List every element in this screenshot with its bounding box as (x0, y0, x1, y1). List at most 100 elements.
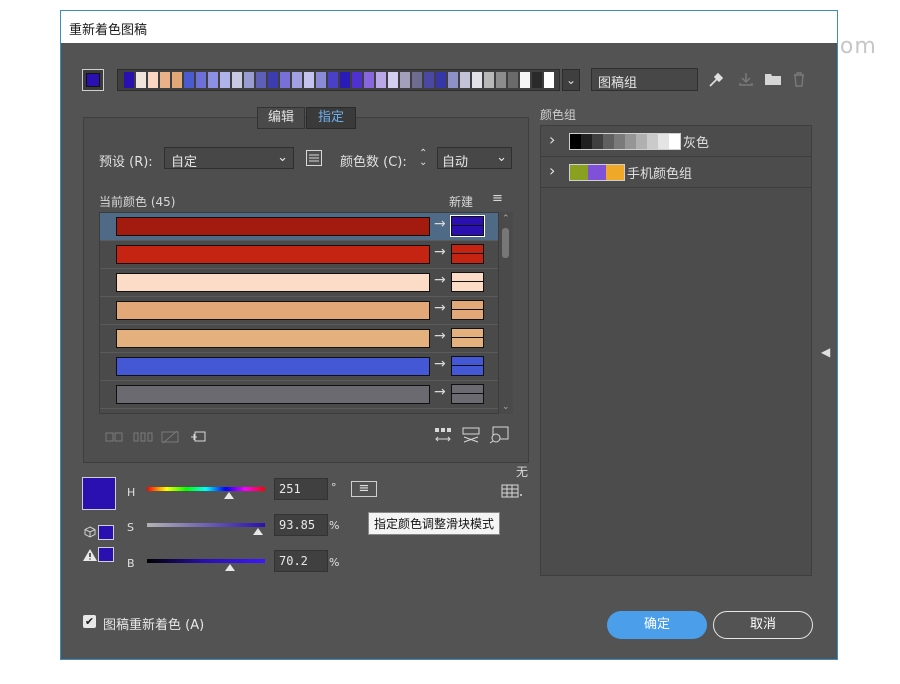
exclude-colors-icon[interactable] (161, 430, 179, 448)
colorcount-dropdown[interactable]: 自动 ⌄ (437, 147, 512, 170)
arrow-right-icon[interactable]: → (434, 300, 446, 316)
strip-color-chip[interactable] (220, 72, 230, 88)
color-group-row[interactable]: › 灰色 (541, 126, 811, 157)
strip-color-chip[interactable] (208, 72, 218, 88)
strip-color-chip[interactable] (232, 72, 242, 88)
hue-slider-thumb[interactable] (224, 492, 235, 499)
current-color-bar[interactable] (116, 357, 430, 376)
color-group-row[interactable]: › 手机颜色组 (541, 157, 811, 188)
find-colors-icon[interactable] (489, 426, 509, 448)
collapse-panel-icon[interactable]: ◀ (821, 345, 830, 359)
strip-color-chip[interactable] (256, 72, 266, 88)
merge-colors-icon[interactable] (105, 431, 123, 447)
new-color-swatch[interactable] (451, 384, 484, 404)
separate-colors-icon[interactable] (133, 431, 153, 447)
strip-color-chip[interactable] (508, 72, 518, 88)
folder-icon[interactable] (764, 71, 782, 91)
strip-color-chip[interactable] (376, 72, 386, 88)
new-color-swatch[interactable] (451, 300, 484, 320)
new-color-swatch[interactable] (450, 215, 485, 237)
color-mode-table-icon[interactable] (501, 484, 523, 502)
color-row[interactable]: → (100, 241, 498, 269)
strip-color-chip[interactable] (172, 72, 182, 88)
saturation-slider-track[interactable] (147, 523, 265, 527)
gamut-swatch[interactable] (98, 547, 114, 562)
randomize-saturation-icon[interactable] (461, 427, 481, 449)
strip-color-chip[interactable] (364, 72, 374, 88)
arrow-right-icon[interactable]: → (434, 356, 446, 372)
hue-input[interactable]: 251 (274, 478, 328, 500)
preset-dropdown[interactable]: 自定 ⌄ (164, 147, 294, 170)
chevron-right-icon[interactable]: › (549, 161, 555, 180)
color-row[interactable]: → (100, 381, 498, 409)
new-row-icon[interactable] (189, 429, 207, 449)
color-row[interactable]: → (100, 269, 498, 297)
new-color-swatch[interactable] (451, 244, 484, 264)
current-color-large-swatch[interactable] (82, 477, 116, 510)
strip-color-chip[interactable] (268, 72, 278, 88)
strip-color-chip[interactable] (484, 72, 494, 88)
color-row[interactable]: → (100, 213, 498, 241)
new-color-swatch[interactable] (451, 356, 484, 376)
strip-color-chip[interactable] (448, 72, 458, 88)
trash-icon[interactable] (792, 71, 806, 91)
current-color-bar[interactable] (116, 273, 430, 292)
scrollbar-thumb[interactable] (502, 228, 509, 258)
strip-color-chip[interactable] (304, 72, 314, 88)
strip-color-chip[interactable] (460, 72, 470, 88)
cancel-button[interactable]: 取消 (713, 611, 813, 639)
group-name-field[interactable]: 图稿组 (591, 68, 698, 91)
arrow-right-icon[interactable]: → (434, 272, 446, 288)
strip-color-chip[interactable] (544, 72, 554, 88)
colorcount-stepper-icon[interactable]: ⌃ ⌄ (419, 149, 427, 168)
randomize-order-icon[interactable] (433, 427, 453, 449)
strip-color-chip[interactable] (148, 72, 158, 88)
new-color-swatch[interactable] (451, 272, 484, 292)
strip-color-chip[interactable] (124, 72, 134, 88)
recolor-artwork-checkbox[interactable]: ✔ (83, 615, 96, 628)
arrow-right-icon[interactable]: → (434, 216, 446, 232)
hue-slider-track[interactable] (147, 487, 265, 491)
current-color-bar[interactable] (116, 217, 430, 236)
strip-color-chip[interactable] (436, 72, 446, 88)
current-color-bar[interactable] (116, 385, 430, 404)
current-color-bar[interactable] (116, 301, 430, 320)
arrow-right-icon[interactable]: → (434, 328, 446, 344)
color-row[interactable]: → (100, 325, 498, 353)
scroll-up-icon[interactable]: ⌃ (502, 214, 510, 224)
arrow-right-icon[interactable]: → (434, 384, 446, 400)
color-row[interactable]: → (100, 353, 498, 381)
strip-color-chip[interactable] (424, 72, 434, 88)
brightness-slider-thumb[interactable] (224, 564, 235, 571)
tab-assign[interactable]: 指定 (306, 107, 356, 129)
strip-color-chip[interactable] (196, 72, 206, 88)
out-of-web-color-cube-icon[interactable] (84, 526, 96, 541)
list-menu-icon[interactable]: ≡ (492, 191, 503, 206)
new-color-swatch[interactable] (451, 328, 484, 348)
strip-color-chip[interactable] (292, 72, 302, 88)
strip-color-chip[interactable] (352, 72, 362, 88)
save-group-icon[interactable] (738, 71, 754, 90)
strip-color-chip[interactable] (340, 72, 350, 88)
strip-color-chip[interactable] (280, 72, 290, 88)
current-color-bar[interactable] (116, 245, 430, 264)
strip-color-chip[interactable] (316, 72, 326, 88)
color-reduction-options-icon[interactable] (305, 149, 323, 167)
strip-color-chip[interactable] (244, 72, 254, 88)
strip-color-chip[interactable] (400, 72, 410, 88)
strip-dropdown-button[interactable]: ⌄ (562, 69, 580, 91)
strip-color-chip[interactable] (496, 72, 506, 88)
chevron-right-icon[interactable]: › (549, 130, 555, 149)
artwork-color-strip[interactable] (117, 69, 560, 91)
eyedropper-icon[interactable] (707, 71, 725, 89)
strip-color-chip[interactable] (388, 72, 398, 88)
slider-mode-menu-button[interactable]: ≡ (351, 481, 377, 497)
strip-color-chip[interactable] (412, 72, 422, 88)
list-scrollbar[interactable]: ⌃ ⌄ (499, 212, 513, 414)
strip-color-chip[interactable] (160, 72, 170, 88)
strip-color-chip[interactable] (472, 72, 482, 88)
saturation-slider-thumb[interactable] (252, 528, 263, 535)
strip-color-chip[interactable] (328, 72, 338, 88)
scroll-down-icon[interactable]: ⌄ (502, 402, 510, 412)
strip-color-chip[interactable] (520, 72, 530, 88)
